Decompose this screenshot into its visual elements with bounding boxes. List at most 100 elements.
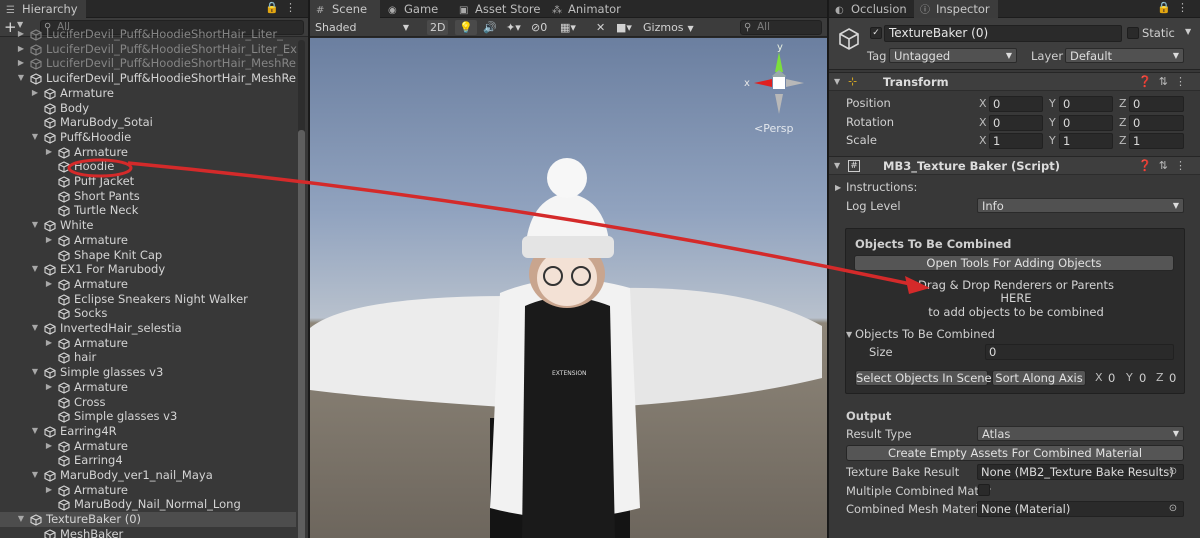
scene-viewport[interactable]: EXTENSION y x <Persp (310, 38, 827, 538)
transform-z-field[interactable]: 0 (1129, 96, 1184, 112)
instructions-label[interactable]: Instructions: (846, 180, 917, 194)
foldout-collapsed-icon[interactable]: ▶ (44, 233, 54, 248)
static-checkbox[interactable] (1127, 27, 1139, 39)
foldout-expanded-icon[interactable]: ▼ (16, 71, 26, 86)
transform-y-field[interactable]: 0 (1059, 96, 1113, 112)
foldout-collapsed-icon[interactable]: ▶ (44, 380, 54, 395)
hierarchy-item[interactable]: ▶ Armature (0, 483, 296, 498)
foldout-expanded-icon[interactable]: ▼ (834, 73, 840, 91)
more-menu-icon[interactable]: ⋮ (1177, 1, 1194, 14)
tools-icon[interactable]: ✕ (593, 20, 608, 35)
transform-z-field[interactable]: 1 (1129, 133, 1184, 149)
hierarchy-item[interactable]: ▼ TextureBaker (0) (0, 512, 296, 527)
hierarchy-item[interactable]: hair (0, 350, 296, 365)
hierarchy-item[interactable]: MeshBaker (0, 527, 296, 538)
axis-z-label[interactable]: Z (1119, 116, 1127, 129)
bake-result-field[interactable]: None (MB2_Texture Bake Results) ⊙ (977, 464, 1184, 480)
hierarchy-item[interactable]: Cross (0, 395, 296, 410)
tab-game[interactable]: ◉ Game (382, 0, 446, 18)
shading-mode-dropdown[interactable]: Shaded ▼ (312, 20, 412, 35)
foldout-collapsed-icon[interactable]: ▶ (30, 86, 40, 101)
log-level-dropdown[interactable]: Info ▼ (977, 198, 1184, 213)
hierarchy-item[interactable]: ▶ Armature (0, 145, 296, 160)
hierarchy-item[interactable]: ▶ Armature (0, 233, 296, 248)
axis-x-label[interactable]: X (979, 116, 987, 129)
tab-occlusion[interactable]: ◐ Occlusion (829, 0, 915, 18)
hierarchy-item[interactable]: ▶ Armature (0, 380, 296, 395)
gizmo-neg-y-axis[interactable] (775, 94, 783, 114)
sort-x-value[interactable]: 0 (1108, 371, 1115, 385)
hierarchy-item[interactable]: Body (0, 101, 296, 116)
foldout-expanded-icon[interactable]: ▼ (30, 321, 40, 336)
axis-z-label[interactable]: Z (1119, 134, 1127, 147)
transform-x-field[interactable]: 1 (989, 133, 1043, 149)
transform-y-field[interactable]: 1 (1059, 133, 1113, 149)
hierarchy-item[interactable]: ▼ Earring4R (0, 424, 296, 439)
objects-foldout-label[interactable]: Objects To Be Combined (855, 327, 995, 341)
transform-component-header[interactable]: ▼ ⊹ Transform ❓⇅⋮ (829, 72, 1200, 91)
preset-icon[interactable]: ⇅ (1159, 159, 1175, 172)
axis-z-label[interactable]: Z (1119, 97, 1127, 110)
sort-z-value[interactable]: 0 (1169, 371, 1176, 385)
object-picker-icon[interactable]: ⊙ (1166, 465, 1180, 479)
hierarchy-item[interactable]: MaruBody_Sotai (0, 115, 296, 130)
hierarchy-item[interactable]: ▶ LuciferDevil_Puff&HoodieShortHair_Liter… (0, 27, 296, 42)
projection-label[interactable]: <Persp (754, 122, 793, 135)
hierarchy-item[interactable]: MaruBody_Nail_Normal_Long (0, 497, 296, 512)
static-dropdown-icon[interactable]: ▼ (1185, 27, 1191, 36)
hierarchy-item[interactable]: ▼ White (0, 218, 296, 233)
objects-foldout-icon[interactable]: ▼ (846, 330, 852, 339)
audio-toggle-icon[interactable]: 🔊 (480, 20, 500, 35)
transform-x-field[interactable]: 0 (989, 115, 1043, 131)
foldout-collapsed-icon[interactable]: ▶ (16, 27, 26, 42)
drop-zone-line2[interactable]: HERE (846, 291, 1186, 305)
tab-hierarchy[interactable]: ☰ Hierarchy (0, 0, 86, 18)
hierarchy-item[interactable]: Eclipse Sneakers Night Walker (0, 292, 296, 307)
help-icon[interactable]: ❓ (1138, 159, 1159, 172)
hierarchy-scrollbar-thumb[interactable] (298, 130, 305, 538)
foldout-collapsed-icon[interactable]: ▶ (44, 483, 54, 498)
hierarchy-item[interactable]: Simple glasses v3 (0, 409, 296, 424)
foldout-collapsed-icon[interactable]: ▶ (16, 42, 26, 57)
foldout-expanded-icon[interactable]: ▼ (16, 512, 26, 527)
hierarchy-item[interactable]: ▶ Armature (0, 277, 296, 292)
size-field[interactable]: 0 (985, 344, 1174, 360)
hierarchy-item[interactable]: ▶ Armature (0, 86, 296, 101)
select-objects-button[interactable]: Select Objects In Scene (855, 370, 992, 386)
inspector-scrollbar[interactable] (1190, 40, 1197, 538)
foldout-expanded-icon[interactable]: ▼ (30, 424, 40, 439)
drop-zone-line1[interactable]: Drag & Drop Renderers or Parents (846, 278, 1186, 292)
foldout-collapsed-icon[interactable]: ▶ (44, 145, 54, 160)
foldout-expanded-icon[interactable]: ▼ (834, 157, 840, 175)
orientation-gizmo[interactable]: y x (742, 38, 812, 118)
hierarchy-scrollbar[interactable] (298, 40, 305, 538)
transform-x-field[interactable]: 0 (989, 96, 1043, 112)
foldout-expanded-icon[interactable]: ▼ (30, 468, 40, 483)
gizmo-y-axis[interactable] (775, 52, 783, 72)
layer-dropdown[interactable]: Default ▼ (1065, 48, 1184, 63)
combined-mesh-field[interactable]: None (Material) ⊙ (977, 501, 1184, 517)
tab-asset-store[interactable]: ▣ Asset Store (453, 0, 549, 18)
foldout-collapsed-icon[interactable]: ▶ (44, 277, 54, 292)
hierarchy-item[interactable]: Turtle Neck (0, 203, 296, 218)
hierarchy-item[interactable]: Puff Jacket (0, 174, 296, 189)
axis-x-label[interactable]: X (979, 97, 987, 110)
object-picker-icon[interactable]: ⊙ (1166, 502, 1180, 516)
gizmos-dropdown[interactable]: Gizmos ▼ (640, 20, 710, 35)
help-icon[interactable]: ❓ (1138, 75, 1159, 88)
sort-y-value[interactable]: 0 (1139, 371, 1146, 385)
hierarchy-item[interactable]: Short Pants (0, 189, 296, 204)
preset-icon[interactable]: ⇅ (1159, 75, 1175, 88)
axis-x-label[interactable]: X (979, 134, 987, 147)
hierarchy-item[interactable]: ▶ Armature (0, 336, 296, 351)
hierarchy-item[interactable]: ▶ LuciferDevil_Puff&HoodieShortHair_Liter… (0, 42, 297, 57)
hierarchy-item[interactable]: Earring4 (0, 453, 296, 468)
foldout-expanded-icon[interactable]: ▼ (30, 130, 40, 145)
script-component-header[interactable]: ▼ # MB3_Texture Baker (Script) ❓⇅⋮ (829, 156, 1200, 175)
create-empty-assets-button[interactable]: Create Empty Assets For Combined Materia… (846, 445, 1184, 461)
more-menu-icon[interactable]: ⋮ (285, 1, 302, 14)
hierarchy-item[interactable]: Socks (0, 306, 296, 321)
tab-inspector[interactable]: ⓘ Inspector (914, 0, 998, 18)
open-tools-button[interactable]: Open Tools For Adding Objects (854, 255, 1174, 271)
transform-z-field[interactable]: 0 (1129, 115, 1184, 131)
